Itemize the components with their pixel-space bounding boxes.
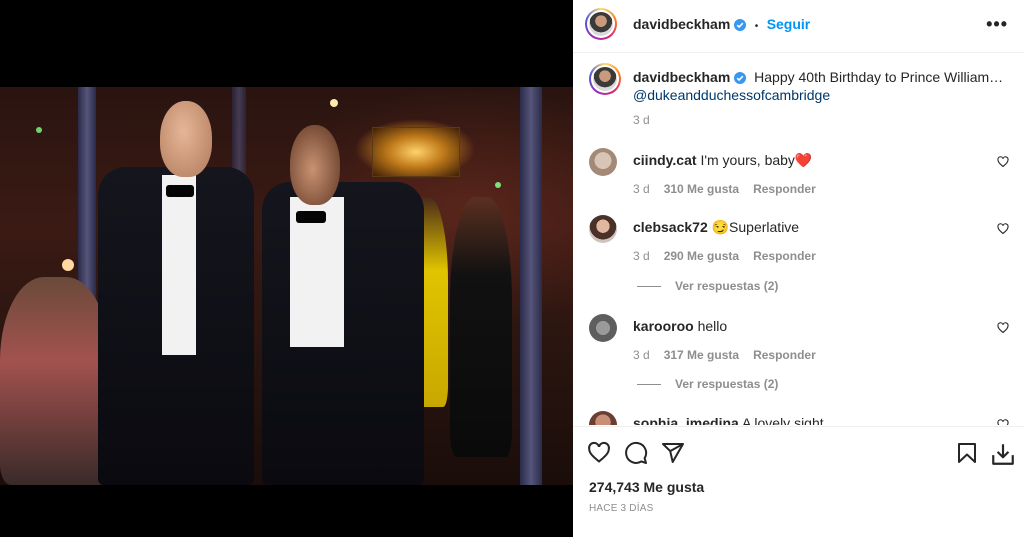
bookmark-icon[interactable] [955,441,979,470]
comment-time: 3 d [633,182,650,196]
comment-time: 3 d [633,249,650,263]
commenter-avatar[interactable] [589,215,617,243]
reply-button[interactable]: Responder [753,182,816,196]
like-count[interactable]: 274,743 Me gusta [589,479,704,495]
commenter-username[interactable]: ciindy.cat [633,152,697,168]
post-sidebar: davidbeckham • Seguir ••• davidbeckham H… [573,0,1024,537]
comment-time: 3 d [633,348,650,362]
verified-badge-icon [734,18,747,31]
commenter-username[interactable]: sophia_imedina [633,415,739,425]
man-right-head [290,125,340,205]
comment-likes[interactable]: 310 Me gusta [664,182,739,196]
post-photo[interactable] [0,87,573,485]
like-comment-heart-icon[interactable] [997,155,1009,173]
more-options-icon[interactable]: ••• [986,14,1008,35]
reply-button[interactable]: Responder [753,249,816,263]
download-icon[interactable] [990,441,1016,472]
heart-icon[interactable] [587,441,611,470]
commenter-avatar[interactable] [589,148,617,176]
post-timestamp: HACE 3 DÍAS [589,503,654,514]
separator-dot: • [754,21,759,32]
like-comment-heart-icon[interactable] [997,222,1009,240]
view-replies-button[interactable]: Ver respuestas (2) [637,279,778,293]
man-left-head [160,101,212,177]
commenter-avatar[interactable] [589,411,617,425]
view-replies-button[interactable]: Ver respuestas (2) [637,377,778,391]
man-left-shirt [162,175,196,355]
caption-mention[interactable]: @dukeandduchessofcambridge [633,87,830,103]
verified-badge-icon [734,72,747,85]
caption-text: Happy 40th Birthday to Prince William… [754,69,1004,85]
post-actions: 274,743 Me gusta HACE 3 DÍAS [573,426,1024,538]
commenter-username[interactable]: clebsack72 [633,219,708,235]
comment-text: A lovely sight [741,415,824,425]
comment-text: I'm yours, baby❤️ [700,152,813,168]
comment-item: karooroo hello 3 d 317 Me gusta Responder [589,314,1019,364]
caption-avatar[interactable] [589,63,621,95]
comment-item: clebsack72 😏Superlative 3 d 290 Me gusta R… [589,215,1019,265]
follow-button[interactable]: Seguir [767,16,811,32]
comment-item: ciindy.cat I'm yours, baby❤️ 3 d 310 Me g… [589,148,1019,198]
post-header: davidbeckham • Seguir ••• [573,0,1024,53]
comment-item: sophia_imedina A lovely sight [589,411,1019,425]
guest-black [450,197,512,457]
reply-button[interactable]: Responder [753,348,816,362]
comment-likes[interactable]: 317 Me gusta [664,348,739,362]
comment-text: 😏Superlative [711,219,800,235]
commenter-username[interactable]: karooroo [633,318,694,334]
caption-time: 3 d [633,113,650,127]
caption-username[interactable]: davidbeckham [633,69,730,85]
comments-list[interactable]: davidbeckham Happy 40th Birthday to Prin… [573,53,1024,425]
post-image-pane [0,0,573,537]
author-avatar[interactable] [585,8,617,40]
guest-left [0,277,110,485]
comment-text: hello [697,318,728,334]
like-comment-heart-icon[interactable] [997,418,1009,425]
pillar [520,87,542,485]
share-icon[interactable] [661,441,685,470]
comment-likes[interactable]: 290 Me gusta [664,249,739,263]
commenter-avatar[interactable] [589,314,617,342]
bowtie [296,211,326,223]
bowtie [166,185,194,197]
eagle-banner [372,127,460,177]
like-comment-heart-icon[interactable] [997,321,1009,339]
comment-icon[interactable] [624,441,648,470]
author-username[interactable]: davidbeckham [633,16,730,32]
